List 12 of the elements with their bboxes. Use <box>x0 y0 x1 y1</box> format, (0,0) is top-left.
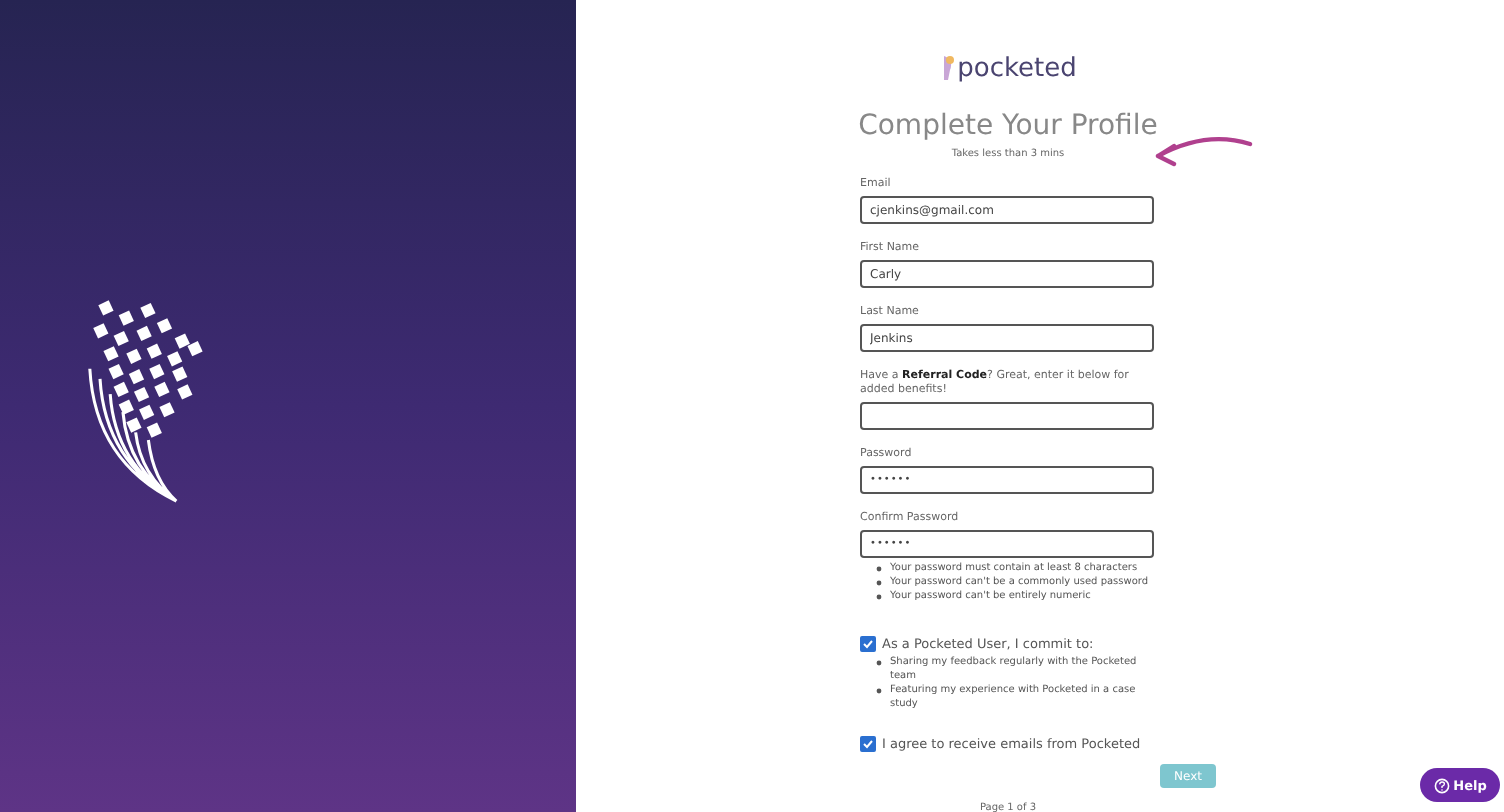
input-field[interactable] <box>860 402 1154 430</box>
page-title: Complete Your Profile <box>856 110 1160 142</box>
bullet-icon <box>876 594 882 601</box>
bullet-icon <box>876 566 882 572</box>
bullet-icon <box>876 580 882 587</box>
bullet-icon <box>876 688 882 695</box>
bullet-icon <box>876 659 882 666</box>
brand-name: pocketed <box>957 56 1077 82</box>
logo-icon <box>939 54 956 82</box>
help-icon <box>1433 777 1450 793</box>
checkbox[interactable] <box>860 736 876 753</box>
checkbox[interactable] <box>860 635 876 652</box>
